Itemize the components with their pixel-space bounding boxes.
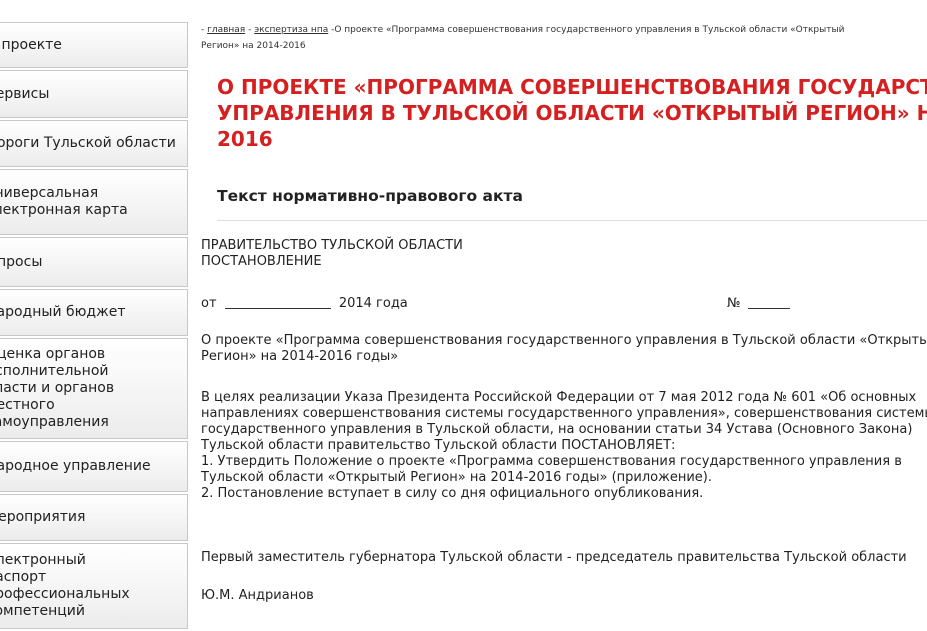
sidebar-nav: О проекте Сервисы Дороги Тульской област… bbox=[0, 22, 188, 631]
doc-body-line: В целях реализации Указа Президента Росс… bbox=[201, 390, 917, 405]
sidebar-item-label: Сервисы bbox=[0, 85, 50, 102]
doc-date-blank bbox=[224, 308, 331, 309]
doc-signer-name: Ю.М. Андрианов bbox=[201, 588, 314, 603]
sidebar-item-label: Народный бюджет bbox=[0, 304, 126, 320]
doc-number-blank bbox=[747, 308, 790, 309]
sidebar-item-authority-rating[interactable]: Оценка органов исполнительной власти и о… bbox=[0, 338, 188, 439]
sidebar-item-about[interactable]: О проекте bbox=[0, 22, 188, 68]
sidebar-item-label: Мероприятия bbox=[0, 509, 86, 525]
doc-body-line: направлениях совершенствования системы г… bbox=[201, 406, 927, 421]
sidebar-item-label: Электронный паспорт профессиональных ком… bbox=[0, 552, 130, 619]
sidebar-item-label: О проекте bbox=[0, 36, 62, 53]
doc-government: ПРАВИТЕЛЬСТВО ТУЛЬСКОЙ ОБЛАСТИ bbox=[201, 238, 463, 253]
main-content: - главная - экспертиза нпа -О проекте «П… bbox=[201, 22, 927, 631]
sidebar-item-label: Народное управление bbox=[0, 458, 151, 474]
doc-date-suffix: 2014 года bbox=[338, 296, 408, 311]
page-title-line: 2016 bbox=[217, 127, 273, 151]
doc-number-label: № bbox=[727, 296, 741, 311]
page-title: О ПРОЕКТЕ «ПРОГРАММА СОВЕРШЕНСТВОВАНИЯ Г… bbox=[217, 74, 927, 152]
sidebar-item-competence-passport[interactable]: Электронный паспорт профессиональных ком… bbox=[0, 543, 188, 629]
breadcrumb-section-link[interactable]: экспертиза нпа bbox=[254, 25, 328, 35]
doc-date-prefix: от bbox=[201, 296, 217, 311]
breadcrumb: - главная - экспертиза нпа -О проекте «П… bbox=[201, 22, 927, 54]
divider bbox=[217, 220, 927, 221]
doc-number-line: № bbox=[727, 296, 790, 312]
doc-body-line: Тульской области «Открытый Регион» на 20… bbox=[201, 470, 712, 485]
sidebar-item-label: Опросы bbox=[0, 253, 43, 270]
sidebar-item-people-governance[interactable]: Народное управление bbox=[0, 441, 188, 492]
breadcrumb-current: О проекте «Программа совершенствования г… bbox=[334, 25, 845, 35]
sidebar-item-polls[interactable]: Опросы bbox=[0, 237, 188, 287]
breadcrumb-separator: - bbox=[245, 25, 255, 35]
sidebar-item-label: Универсальная электронная карта bbox=[0, 185, 128, 218]
sidebar-item-universal-card[interactable]: Универсальная электронная карта bbox=[0, 169, 188, 235]
sidebar-item-events[interactable]: Мероприятия bbox=[0, 494, 188, 541]
breadcrumb-home-link[interactable]: главная bbox=[207, 25, 245, 35]
sidebar-item-roads[interactable]: Дороги Тульской области bbox=[0, 120, 188, 167]
doc-body-line: 2. Постановление вступает в силу со дня … bbox=[201, 486, 704, 501]
sidebar-item-services[interactable]: Сервисы bbox=[0, 70, 188, 118]
doc-subject: Регион» на 2014-2016 годы» bbox=[201, 349, 399, 364]
doc-signer-title: Первый заместитель губернатора Тульской … bbox=[201, 550, 907, 565]
doc-body-line: Тульской области правительство Тульской … bbox=[201, 438, 676, 453]
breadcrumb-current-cont: Регион» на 2014-2016 bbox=[201, 41, 306, 51]
sidebar-item-people-budget[interactable]: Народный бюджет bbox=[0, 289, 188, 336]
sidebar-item-label: Оценка органов исполнительной власти и о… bbox=[0, 346, 115, 430]
page-title-line: УПРАВЛЕНИЯ В ТУЛЬСКОЙ ОБЛАСТИ «ОТКРЫТЫЙ … bbox=[217, 101, 927, 125]
doc-body-line: государственного управления в Тульской о… bbox=[201, 422, 913, 437]
page-title-line: О ПРОЕКТЕ «ПРОГРАММА СОВЕРШЕНСТВОВАНИЯ Г… bbox=[217, 75, 927, 99]
section-title: Текст нормативно-правового акта bbox=[217, 187, 523, 205]
doc-body-line: 1. Утвердить Положение о проекте «Програ… bbox=[201, 454, 902, 469]
doc-subject: О проекте «Программа совершенствования г… bbox=[201, 333, 927, 348]
doc-date-line: от 2014 года bbox=[201, 296, 408, 312]
doc-type: ПОСТАНОВЛЕНИЕ bbox=[201, 254, 322, 269]
sidebar-item-label: Дороги Тульской области bbox=[0, 135, 176, 151]
